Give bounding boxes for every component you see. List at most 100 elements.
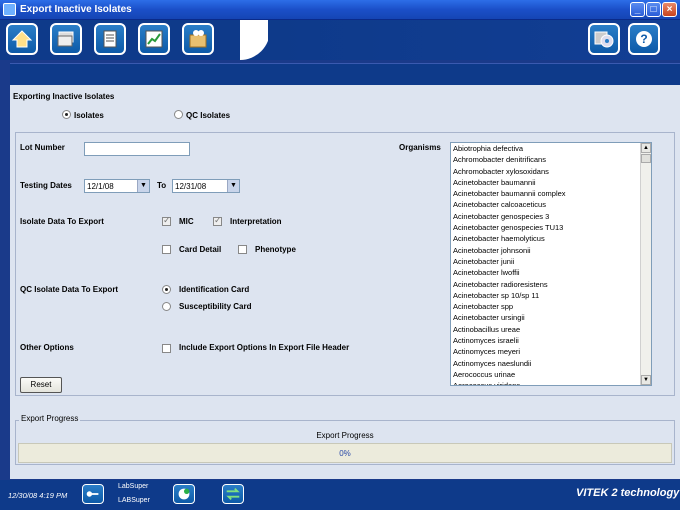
minimize-button[interactable]: _ — [630, 2, 645, 17]
export-disc-button[interactable] — [588, 23, 620, 55]
organism-list-item[interactable]: Acinetobacter spp — [451, 301, 651, 312]
susceptibility-card-radio[interactable] — [162, 302, 171, 311]
qc-isolates-radio[interactable] — [174, 110, 183, 119]
organism-list-item[interactable]: Acinetobacter lwoffii — [451, 267, 651, 278]
close-button[interactable]: × — [662, 2, 677, 17]
card-detail-checkbox[interactable] — [162, 245, 171, 254]
organism-list-item[interactable]: Acinetobacter calcoaceticus — [451, 199, 651, 210]
status-datetime: 12/30/08 4:19 PM — [8, 491, 68, 500]
qc-data-label: QC Isolate Data To Export — [20, 285, 119, 294]
other-options-label: Other Options — [20, 343, 74, 352]
organism-list-item[interactable]: Acinetobacter radioresistens — [451, 279, 651, 290]
status-user-1: LabSuper — [118, 483, 149, 490]
organism-list-item[interactable]: Achromobacter xylosoxidans — [451, 166, 651, 177]
qc-isolates-radio-label: QC Isolates — [186, 111, 231, 120]
home-button[interactable] — [6, 23, 38, 55]
export-progress-group: Export Progress Export Progress 0% — [15, 414, 675, 465]
phenotype-label: Phenotype — [255, 245, 296, 254]
export-progress-bar: 0% — [18, 443, 672, 463]
reset-button[interactable]: Reset — [20, 377, 62, 393]
organism-list-item[interactable]: Acinetobacter ursingii — [451, 312, 651, 323]
to-date-select[interactable]: 12/31/08 ▼ — [172, 179, 240, 193]
organisms-label: Organisms — [399, 143, 441, 152]
organism-list-item[interactable]: Actinomyces israelii — [451, 335, 651, 346]
users-button[interactable] — [182, 23, 214, 55]
transfer-arrows-icon — [226, 487, 240, 501]
chevron-down-icon[interactable]: ▼ — [137, 180, 149, 192]
transfer-button[interactable] — [222, 484, 244, 504]
susceptibility-card-label: Susceptibility Card — [179, 302, 252, 311]
organisms-list[interactable]: Abiotrophia defectiva Achromobacter denit… — [450, 142, 652, 386]
document-icon — [103, 30, 117, 48]
cards-stack-icon — [57, 31, 74, 47]
svg-text:?: ? — [640, 32, 647, 46]
scroll-up-icon[interactable]: ▲ — [641, 143, 651, 153]
cards-button[interactable] — [50, 23, 82, 55]
users-icon — [189, 30, 207, 48]
organism-list-item[interactable]: Acinetobacter sp 10/sp 11 — [451, 290, 651, 301]
organism-list-item[interactable]: Acinetobacter johnsonii — [451, 245, 651, 256]
report-button[interactable] — [94, 23, 126, 55]
title-bar: Export Inactive Isolates _ □ × — [0, 0, 680, 20]
export-progress-label: Export Progress — [316, 431, 374, 440]
status-user-2: LABSuper — [118, 497, 150, 504]
interpretation-checkbox[interactable] — [213, 215, 222, 226]
toolbar: ? — [0, 20, 680, 60]
testing-dates-label: Testing Dates — [20, 181, 72, 190]
organism-list-item[interactable]: Acinetobacter genospecies 3 — [451, 211, 651, 222]
lot-number-input[interactable] — [84, 142, 190, 156]
identification-card-radio[interactable] — [162, 285, 171, 294]
lot-number-label: Lot Number — [20, 143, 65, 152]
instrument-status-icon — [178, 488, 190, 500]
brand-label: VITEK 2 technology — [576, 487, 680, 499]
scroll-down-icon[interactable]: ▼ — [641, 375, 651, 385]
phenotype-checkbox[interactable] — [238, 245, 247, 254]
from-date-value: 12/1/08 — [87, 182, 114, 191]
organism-list-item[interactable]: Actinomyces naeslundii — [451, 358, 651, 369]
identification-card-label: Identification Card — [179, 285, 250, 294]
login-key-button[interactable] — [82, 484, 104, 504]
include-export-options-checkbox[interactable] — [162, 344, 171, 353]
chevron-down-icon[interactable]: ▼ — [227, 180, 239, 192]
help-icon: ? — [636, 31, 652, 47]
card-detail-label: Card Detail — [179, 245, 222, 254]
mic-label: MIC — [179, 217, 194, 226]
organism-list-item[interactable]: Actinomyces meyeri — [451, 346, 651, 357]
progress-percent: 0% — [339, 449, 351, 458]
organism-list-item[interactable]: Acinetobacter junii — [451, 256, 651, 267]
trend-button[interactable] — [138, 23, 170, 55]
organism-list-item[interactable]: Achromobacter denitrificans — [451, 154, 651, 165]
chart-icon — [145, 30, 163, 48]
export-progress-group-label: Export Progress — [19, 414, 81, 423]
main-panel: Exporting Inactive Isolates Isolates QC … — [10, 85, 680, 479]
organisms-scrollbar[interactable]: ▲ ▼ — [640, 143, 651, 385]
key-icon — [86, 491, 99, 497]
section-header-bar — [10, 63, 680, 85]
isolates-radio[interactable] — [62, 110, 71, 119]
isolates-radio-label: Isolates — [74, 111, 104, 120]
from-date-select[interactable]: 12/1/08 ▼ — [84, 179, 150, 193]
to-date-value: 12/31/08 — [175, 182, 207, 191]
interpretation-label: Interpretation — [230, 217, 282, 226]
isolate-data-label: Isolate Data To Export — [20, 217, 104, 226]
window-title: Export Inactive Isolates — [20, 4, 132, 15]
to-label: To — [157, 181, 167, 190]
organism-list-item[interactable]: Acinetobacter baumannii — [451, 177, 651, 188]
organism-list-item[interactable]: Abiotrophia defectiva — [451, 143, 651, 154]
organism-list-item[interactable]: Aerococcus urinae — [451, 369, 651, 380]
app-icon — [3, 3, 16, 16]
status-indicator-button[interactable] — [173, 484, 195, 504]
organism-list-item[interactable]: Acinetobacter haemolyticus — [451, 233, 651, 244]
organism-list-item[interactable]: Acinetobacter baumannii complex — [451, 188, 651, 199]
organism-list-item[interactable]: Actinobacillus ureae — [451, 324, 651, 335]
home-icon — [11, 30, 33, 48]
page-title: Exporting Inactive Isolates — [13, 92, 115, 101]
organism-list-item[interactable]: Aerococcus viridans — [451, 380, 651, 385]
organism-list-item[interactable]: Acinetobacter genospecies TU13 — [451, 222, 651, 233]
mic-checkbox[interactable] — [162, 215, 171, 226]
scroll-thumb[interactable] — [641, 154, 651, 163]
include-export-options-label: Include Export Options In Export File He… — [179, 343, 350, 352]
maximize-button[interactable]: □ — [646, 2, 661, 17]
disc-icon — [594, 31, 614, 48]
help-button[interactable]: ? — [628, 23, 660, 55]
